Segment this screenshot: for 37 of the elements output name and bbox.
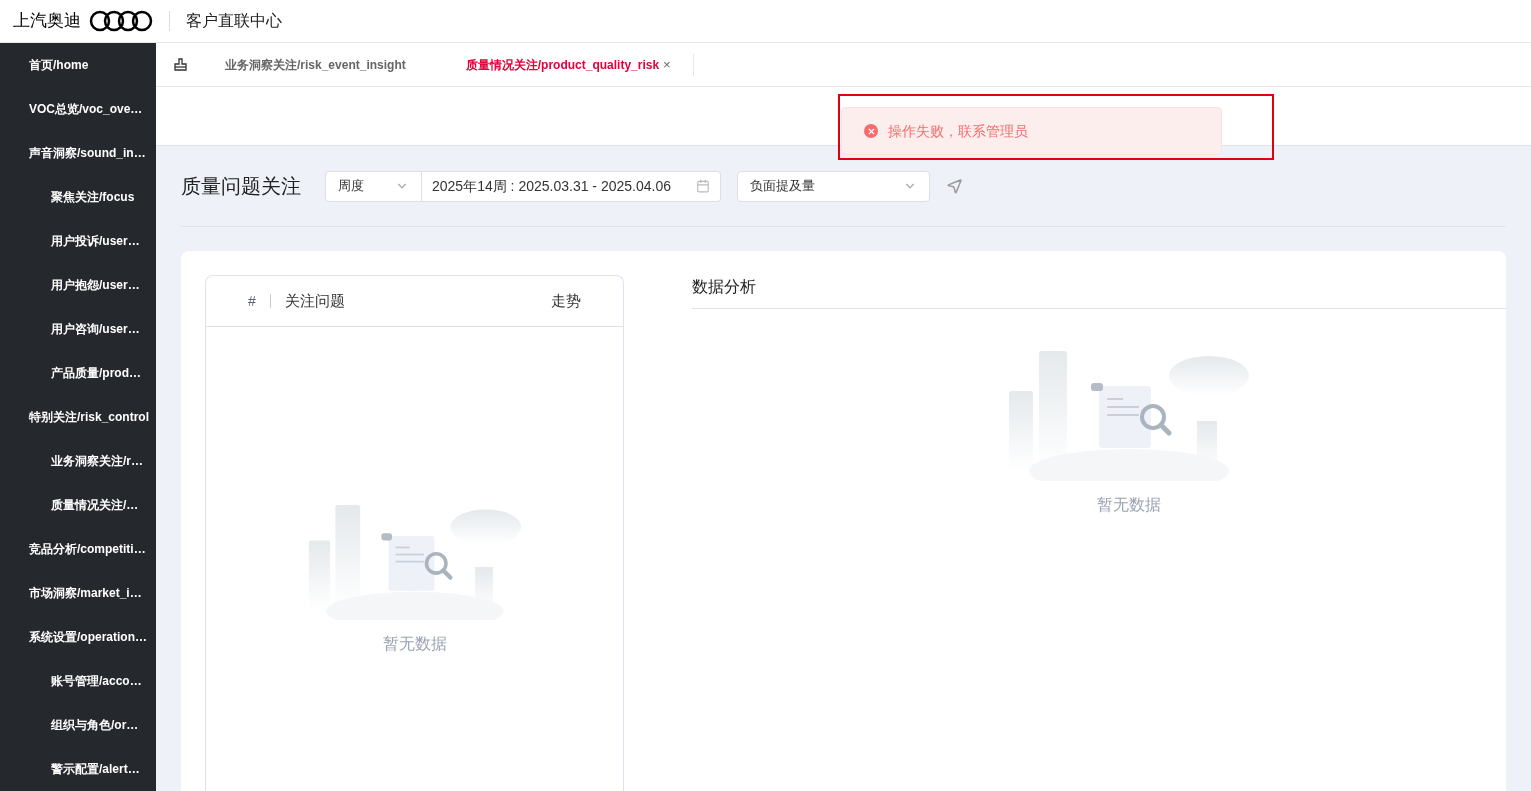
broom-icon[interactable]: [174, 58, 187, 71]
sidebar-subitem[interactable]: 用户投诉/user…: [0, 219, 156, 263]
app-title: 客户直联中心: [186, 11, 282, 31]
sidebar-subitem[interactable]: 警示配置/alert…: [0, 747, 156, 791]
column-header: #: [248, 291, 256, 311]
error-icon: [864, 124, 878, 138]
empty-text: 暂无数据: [382, 634, 447, 654]
sidebar-item[interactable]: 竞品分析/competiti…: [0, 527, 156, 571]
period-select[interactable]: 周度: [325, 170, 422, 202]
sidebar-subitem[interactable]: 产品质量/prod…: [0, 351, 156, 395]
brand-name: 上汽奥迪: [13, 10, 81, 33]
sidebar-subitem[interactable]: 聚焦关注/focus: [0, 175, 156, 219]
toast-message: 操作失败，联系管理员: [888, 121, 1028, 141]
empty-text: 暂无数据: [1097, 495, 1161, 515]
page-title: 质量问题关注: [181, 174, 301, 199]
four-rings-logo: [89, 10, 153, 32]
column-header: 走势: [551, 290, 581, 311]
sidebar-item[interactable]: 特别关注/risk_control: [0, 395, 156, 439]
sidebar-subitem[interactable]: 用户咨询/user…: [0, 307, 156, 351]
sidebar-item[interactable]: 首页/home: [0, 43, 156, 87]
calendar-icon: [696, 179, 710, 193]
date-range-field[interactable]: 2025年14周 : 2025.03.31 - 2025.04.06: [422, 170, 721, 202]
sidebar-item[interactable]: VOC总览/voc_ove…: [0, 87, 156, 131]
close-icon[interactable]: ×: [663, 54, 671, 75]
page-tab[interactable]: 业务洞察关注/risk_event_insight: [225, 55, 406, 74]
column-header: 关注问题: [284, 290, 346, 311]
sidebar-subitem[interactable]: 组织与角色/or…: [0, 703, 156, 747]
sidebar-subitem[interactable]: 业务洞察关注/r…: [0, 439, 156, 483]
sidebar-subitem[interactable]: 用户抱怨/user…: [0, 263, 156, 307]
page-tab[interactable]: 质量情况关注/product_quality_risk ×: [465, 54, 671, 75]
sidebar-item[interactable]: 市场洞察/market_i…: [0, 571, 156, 615]
sidebar-item[interactable]: 声音洞察/sound_in…: [0, 131, 156, 175]
sidebar-subitem[interactable]: 账号管理/acco…: [0, 659, 156, 703]
section-title: 数据分析: [692, 277, 756, 297]
sidebar-subitem[interactable]: 质量情况关注/…: [0, 483, 156, 527]
sidebar-item[interactable]: 系统设置/operation…: [0, 615, 156, 659]
metric-select[interactable]: 负面提及量: [737, 170, 930, 202]
